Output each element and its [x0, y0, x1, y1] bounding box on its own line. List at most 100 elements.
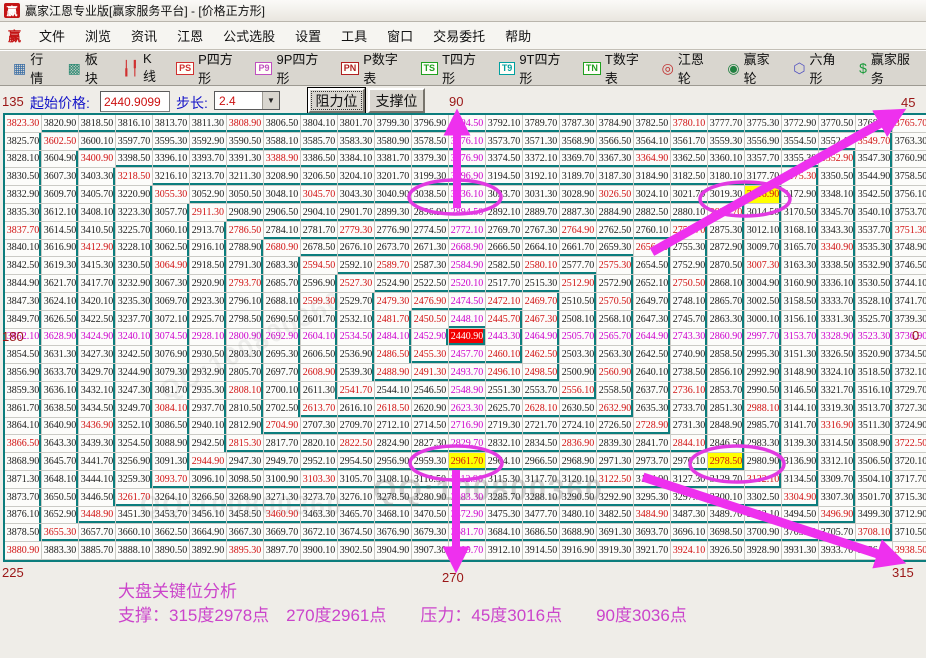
step-dropdown[interactable]: 2.4 ▼ [214, 91, 280, 110]
gann-cell: 3765.70 [893, 115, 926, 133]
gann-cell: 2582.50 [486, 257, 523, 276]
toolbar-gann-wheel[interactable]: ◎ 江恩轮 [655, 46, 721, 90]
candlestick-icon: ╽╿ [122, 60, 140, 76]
gann-cell: 2712.10 [375, 417, 412, 436]
gann-cell: 3756.10 [893, 186, 926, 204]
gann-cell: 2968.90 [560, 453, 597, 471]
gann-cell: 3441.70 [79, 453, 116, 471]
gann-cell: 3667.30 [227, 524, 264, 543]
gann-cell: 2947.30 [227, 453, 264, 471]
gann-cell: 3355.30 [782, 150, 819, 169]
toolbar-sectors[interactable]: ▩ 板块 [61, 46, 116, 90]
gann-cell: 3309.70 [819, 470, 856, 489]
gann-cell: 3674.50 [338, 524, 375, 543]
gann-cell: 3708.10 [856, 524, 893, 543]
gann-cell: 3172.90 [782, 186, 819, 204]
gann-cell: 3453.70 [153, 506, 190, 525]
gann-cell: 2565.70 [597, 328, 634, 347]
gann-cell: 2786.50 [227, 221, 264, 240]
gann-cell: 3518.50 [856, 364, 893, 382]
gann-cell: 3710.50 [893, 524, 926, 543]
gann-cell: 3636.10 [42, 381, 79, 400]
resistance-button[interactable]: 阻力位 [307, 87, 366, 114]
gann-cell: 2884.90 [597, 203, 634, 222]
menu-item-江恩[interactable]: 江恩 [167, 22, 213, 49]
toolbar-hexagon-label: 六角形 [809, 52, 836, 86]
gann-cell: 3187.30 [597, 168, 634, 187]
gann-cell: 3861.70 [5, 399, 42, 418]
menu-item-文件[interactable]: 文件 [29, 22, 75, 49]
gann-cell: 2673.70 [375, 239, 412, 258]
gann-cell: 3463.30 [301, 506, 338, 525]
gann-cell: 2714.50 [412, 417, 449, 436]
gann-cell: 3499.30 [856, 506, 893, 525]
gann-cell: 2479.30 [375, 292, 412, 311]
menu-item-帮助[interactable]: 帮助 [495, 22, 541, 49]
gann-cell: 2625.70 [486, 399, 523, 418]
gann-cell: 3676.90 [375, 524, 412, 543]
toolbar-kline[interactable]: ╽╿ K线 [115, 48, 169, 88]
support-button[interactable]: 支撑位 [368, 88, 425, 113]
gann-cell: 3487.30 [671, 506, 708, 525]
toolbar-t-square[interactable]: TS T四方形 [414, 46, 492, 90]
toolbar-p-square[interactable]: PS P四方形 [169, 46, 248, 90]
gann-cell: 2920.90 [190, 275, 227, 293]
gann-cell: 3559.30 [708, 132, 745, 151]
gann-cell: 2637.70 [634, 381, 671, 400]
gann-cell: 3566.50 [597, 132, 634, 151]
menu-item-窗口[interactable]: 窗口 [377, 22, 423, 49]
gann-cell: 3825.70 [5, 132, 42, 151]
gann-cell: 2649.70 [634, 292, 671, 311]
gann-cell: 3273.70 [301, 488, 338, 507]
gann-cell: 3607.30 [42, 168, 79, 187]
gann-cell: 2844.10 [671, 435, 708, 454]
gann-cell: 3504.10 [856, 470, 893, 489]
gann-cell: 3228.10 [116, 239, 153, 258]
toolbar-quotes[interactable]: ▦ 行情 [6, 46, 61, 90]
gann-cell: 3770.50 [819, 115, 856, 133]
gann-cell: 2728.90 [634, 417, 671, 436]
gann-cell: 3688.90 [560, 524, 597, 543]
start-price-input[interactable] [100, 91, 170, 112]
menu-item-浏览[interactable]: 浏览 [75, 22, 121, 49]
gann-cell: 2942.50 [190, 435, 227, 454]
gann-cell: 2740.90 [671, 346, 708, 365]
gann-cell: 3638.50 [42, 399, 79, 418]
menu-item-公式选股[interactable]: 公式选股 [213, 22, 285, 49]
gann-cell: 3585.70 [301, 132, 338, 151]
gann-cell: 3650.50 [42, 488, 79, 507]
gann-cell: 3465.70 [338, 506, 375, 525]
toolbar-winner-wheel-label: 赢家轮 [743, 52, 770, 86]
gann-cell: 2570.50 [597, 292, 634, 311]
gann-cell: 3924.10 [671, 542, 708, 560]
menu-item-设置[interactable]: 设置 [285, 22, 331, 49]
analysis-title: 大盘关键位分析 [118, 582, 237, 601]
gann-cell: 3340.90 [819, 239, 856, 258]
toolbar-p-table[interactable]: PN P数字表 [334, 46, 414, 90]
gann-cell: 2755.30 [671, 239, 708, 258]
menu-item-交易委托[interactable]: 交易委托 [423, 22, 495, 49]
toolbar-hexagon[interactable]: ⬡ 六角形 [786, 46, 852, 90]
gann-cell: 3724.90 [893, 417, 926, 436]
gann-cell: 2613.70 [301, 399, 338, 418]
gann-cell: 3405.70 [79, 186, 116, 204]
gann-cell: 3552.10 [819, 132, 856, 151]
toolbar-9p-square[interactable]: P9 9P四方形 [248, 46, 333, 90]
gann-cell: 2486.50 [375, 346, 412, 365]
child-window-icon[interactable]: 赢 [4, 26, 29, 45]
toolbar-winner-wheel[interactable]: ◉ 赢家轮 [720, 46, 786, 90]
menu-item-资讯[interactable]: 资讯 [121, 22, 167, 49]
gann-cell: 2832.10 [486, 435, 523, 454]
menu-item-工具[interactable]: 工具 [331, 22, 377, 49]
toolbar-9t-square[interactable]: T9 9T四方形 [492, 46, 576, 90]
chevron-down-icon[interactable]: ▼ [262, 92, 279, 109]
gann-cell: 3835.30 [5, 203, 42, 222]
toolbar-9t-square-label: 9T四方形 [519, 52, 561, 86]
gann-cell: 2856.10 [708, 364, 745, 382]
toolbar-service[interactable]: $ 赢家服务 [852, 46, 926, 90]
gann-cell: 2760.10 [634, 221, 671, 240]
gann-cell: 3316.90 [819, 417, 856, 436]
gann-cell: 3194.50 [486, 168, 523, 187]
gann-cell: 3811.30 [190, 115, 227, 133]
toolbar-t-table[interactable]: TN T数字表 [576, 46, 655, 90]
